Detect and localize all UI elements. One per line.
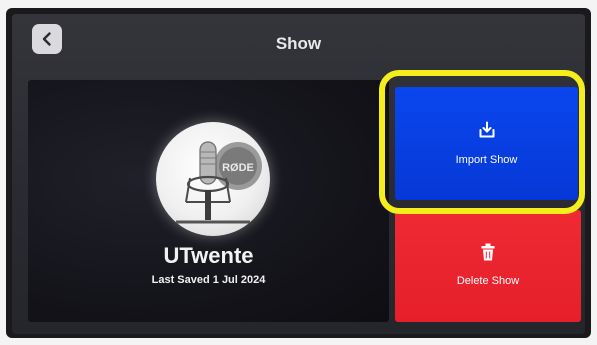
logo-text: RØDE — [222, 162, 254, 174]
page-title: Show — [275, 34, 322, 53]
show-name: UTwente — [163, 243, 254, 268]
last-saved-text: Last Saved 1 Jul 2024 — [151, 274, 266, 286]
show-avatar: RØDE — [156, 122, 270, 236]
microphone-logo-image: RØDE — [176, 141, 262, 224]
show-screen: Show RØDE UTwente Last Saved 1 Jul 2024 … — [12, 14, 585, 334]
current-show-card: RØDE UTwente Last Saved 1 Jul 2024 — [28, 80, 389, 322]
delete-show-label: Delete Show — [456, 275, 520, 287]
import-highlight-outline — [379, 70, 585, 214]
delete-show-button[interactable]: Delete Show — [395, 210, 581, 322]
trash-icon — [481, 243, 495, 261]
